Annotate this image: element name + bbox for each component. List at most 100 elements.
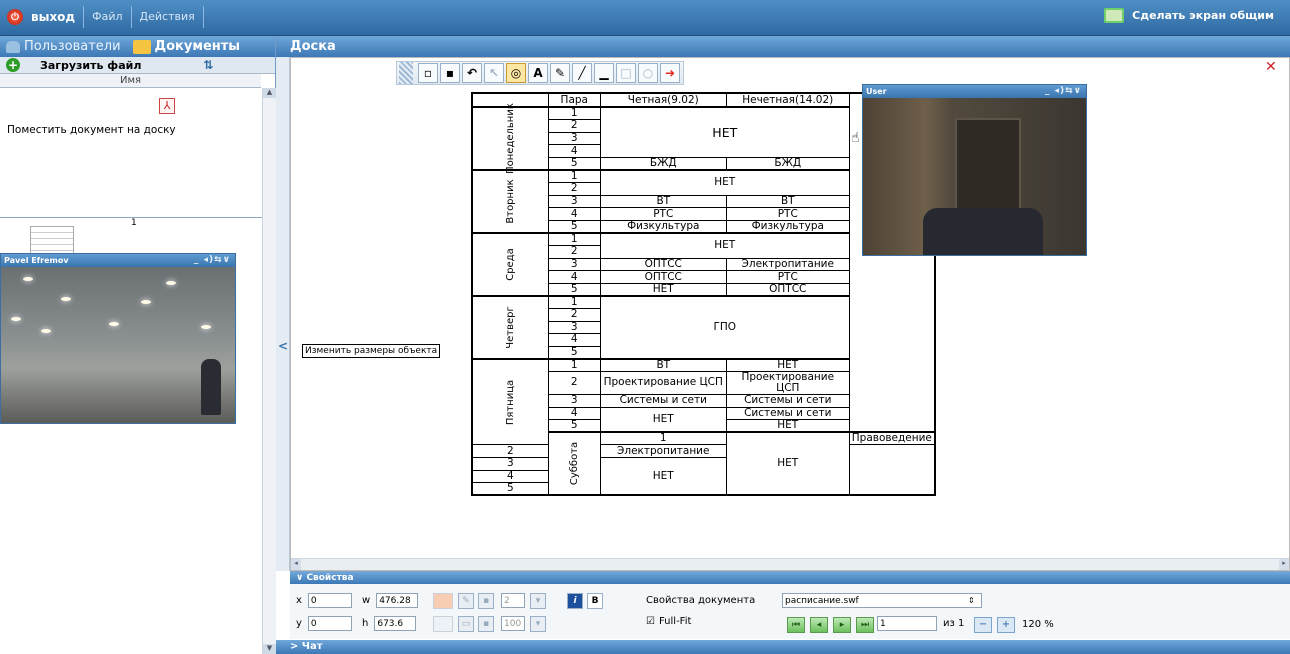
scroll-down-icon[interactable]: ▼ bbox=[263, 644, 276, 654]
left-scrollbar[interactable]: ▲ ▼ bbox=[262, 88, 276, 654]
video-title-bar[interactable]: User _ ◂)⇆∨ bbox=[863, 85, 1086, 98]
video-title-bar[interactable]: Pavel Efremov _ ◂)⇆∨ bbox=[1, 254, 235, 267]
next-page-button[interactable]: ▸ bbox=[833, 617, 851, 633]
cell: Проектирование ЦСП bbox=[599, 370, 727, 395]
tab-documents[interactable]: Документы bbox=[127, 36, 247, 57]
line-width-dropdown-icon[interactable]: ▾ bbox=[530, 593, 546, 609]
cell: ОПТСС bbox=[599, 257, 727, 272]
collapse-left-panel[interactable]: < bbox=[276, 57, 290, 571]
toolbar-grip[interactable] bbox=[399, 62, 413, 84]
day-saturday: Суббота bbox=[547, 431, 601, 496]
pointer-icon[interactable]: ↖ bbox=[484, 63, 504, 83]
name-column-header[interactable]: Имя bbox=[0, 74, 261, 88]
undo-icon[interactable]: ↶ bbox=[462, 63, 482, 83]
pair-number: 3 bbox=[547, 257, 601, 272]
pair-number: 4 bbox=[547, 144, 601, 158]
last-page-button[interactable]: ⏭ bbox=[856, 617, 874, 633]
exit-button[interactable]: выход bbox=[23, 6, 85, 28]
power-icon[interactable]: ⏻ bbox=[7, 9, 23, 25]
h-input[interactable] bbox=[374, 616, 417, 631]
zoom-in-button[interactable]: + bbox=[997, 617, 1015, 633]
fill-icon[interactable]: ▪ bbox=[478, 593, 494, 609]
pair-number: 1 bbox=[547, 106, 601, 121]
fullfit-checkbox[interactable]: ☑ bbox=[646, 616, 655, 627]
pencil-color-icon[interactable]: ✎ bbox=[458, 593, 474, 609]
chevron-left-icon[interactable]: < bbox=[278, 339, 288, 353]
tab-users[interactable]: Пользователи bbox=[0, 36, 127, 57]
properties-title[interactable]: ∨ Свойства bbox=[290, 572, 1290, 584]
video-controls[interactable]: _ ◂)⇆∨ bbox=[194, 254, 231, 267]
bold-button[interactable]: B bbox=[587, 593, 603, 609]
x-input[interactable] bbox=[307, 593, 352, 608]
menu-actions[interactable]: Действия bbox=[132, 6, 204, 28]
pair-number: 4 bbox=[547, 333, 601, 347]
place-document-link[interactable]: Поместить документ на доску bbox=[7, 124, 176, 136]
pair-number: 4 bbox=[547, 406, 601, 421]
opacity-dropdown-icon[interactable]: ▾ bbox=[530, 616, 546, 632]
upload-file-button[interactable]: Загрузить файл bbox=[40, 59, 141, 72]
video-controls[interactable]: _ ◂)⇆∨ bbox=[1045, 85, 1082, 98]
pair-number: 1 bbox=[547, 231, 601, 247]
rectangle-tool-icon[interactable]: □ bbox=[616, 63, 636, 83]
h-label: h bbox=[362, 618, 369, 629]
zoom-out-button[interactable]: − bbox=[974, 617, 992, 633]
add-file-icon[interactable]: + bbox=[6, 58, 20, 72]
pair-number: 5 bbox=[547, 282, 601, 297]
chat-bar[interactable]: > Чат bbox=[276, 640, 1290, 654]
arrow-tool-icon[interactable]: ➜ bbox=[660, 63, 680, 83]
cell: РТС bbox=[725, 207, 850, 221]
scroll-right-icon[interactable]: ▸ bbox=[1279, 559, 1289, 570]
cell: РТС bbox=[599, 207, 727, 221]
cell: НЕТ bbox=[599, 456, 727, 496]
page-input[interactable] bbox=[877, 616, 937, 631]
board-horizontal-scrollbar[interactable]: ◂ ▸ bbox=[291, 558, 1289, 570]
whiteboard[interactable]: ▫ ▪ ↶ ↖ ◎ A ✎ ╱ ▁ □ ○ ➜ ✕ Изменить разме… bbox=[290, 57, 1290, 571]
video-window-pavel[interactable]: Pavel Efremov _ ◂)⇆∨ bbox=[0, 253, 236, 424]
close-board-icon[interactable]: ✕ bbox=[1265, 60, 1281, 74]
table-row: Четверг 1 ГПО bbox=[471, 294, 935, 360]
underline-tool-icon[interactable]: ▁ bbox=[594, 63, 614, 83]
pair-number: 2 bbox=[547, 308, 601, 322]
line-color-icon[interactable]: ▭ bbox=[458, 616, 474, 632]
italic-button[interactable]: i bbox=[567, 593, 583, 609]
cell: ВТ bbox=[599, 194, 727, 209]
prev-page-button[interactable]: ◂ bbox=[810, 617, 828, 633]
first-page-button[interactable]: ⏮ bbox=[787, 617, 805, 633]
line-color-swatch[interactable] bbox=[433, 616, 453, 632]
pair-number: 5 bbox=[547, 345, 601, 360]
pair-number: 1 bbox=[547, 169, 601, 184]
cell: Проектирование ЦСП bbox=[725, 370, 850, 395]
text-tool-icon[interactable]: A bbox=[528, 63, 548, 83]
line-tool-icon[interactable]: ╱ bbox=[572, 63, 592, 83]
new-doc-icon[interactable]: ▫ bbox=[418, 63, 438, 83]
save-icon[interactable]: ▪ bbox=[440, 63, 460, 83]
line-fill-icon[interactable]: ▪ bbox=[478, 616, 494, 632]
opacity-input[interactable] bbox=[501, 616, 525, 631]
pair-number: 2 bbox=[547, 245, 601, 259]
w-input[interactable] bbox=[376, 593, 419, 608]
cell: Физкультура bbox=[599, 219, 727, 234]
scroll-left-icon[interactable]: ◂ bbox=[291, 559, 301, 570]
video-window-user[interactable]: User _ ◂)⇆∨ bbox=[862, 84, 1087, 256]
share-screen-button[interactable]: Сделать экран общим bbox=[1104, 8, 1274, 23]
tab-users-label: Пользователи bbox=[24, 39, 121, 54]
scroll-up-icon[interactable]: ▲ bbox=[263, 88, 276, 98]
fullfit-field: ☑ Full-Fit bbox=[646, 616, 691, 627]
line-width-input[interactable] bbox=[501, 593, 525, 608]
line-width-field bbox=[501, 593, 525, 608]
ellipse-tool-icon[interactable]: ○ bbox=[638, 63, 658, 83]
upload-row: + Загрузить файл ⇅ bbox=[0, 57, 275, 74]
cell: БЖД bbox=[725, 156, 850, 171]
menu-file[interactable]: Файл bbox=[84, 6, 132, 28]
properties-panel: ∨ Свойства x y w h ✎ ▪ ▭ ▪ ▾ ▾ i bbox=[290, 571, 1290, 639]
pair-number: 3 bbox=[547, 194, 601, 209]
doc-select[interactable] bbox=[782, 593, 982, 608]
refresh-icon[interactable]: ⇅ bbox=[203, 58, 213, 72]
pencil-icon[interactable]: ✎ bbox=[550, 63, 570, 83]
fill-color-swatch[interactable] bbox=[433, 593, 453, 609]
cell: НЕТ bbox=[725, 357, 850, 372]
resize-tool-icon[interactable]: ◎ bbox=[506, 63, 526, 83]
dropdown-icon[interactable]: ⇕ bbox=[968, 596, 975, 605]
y-input[interactable] bbox=[307, 616, 352, 631]
pdf-icon[interactable]: ⅄ bbox=[159, 98, 175, 114]
